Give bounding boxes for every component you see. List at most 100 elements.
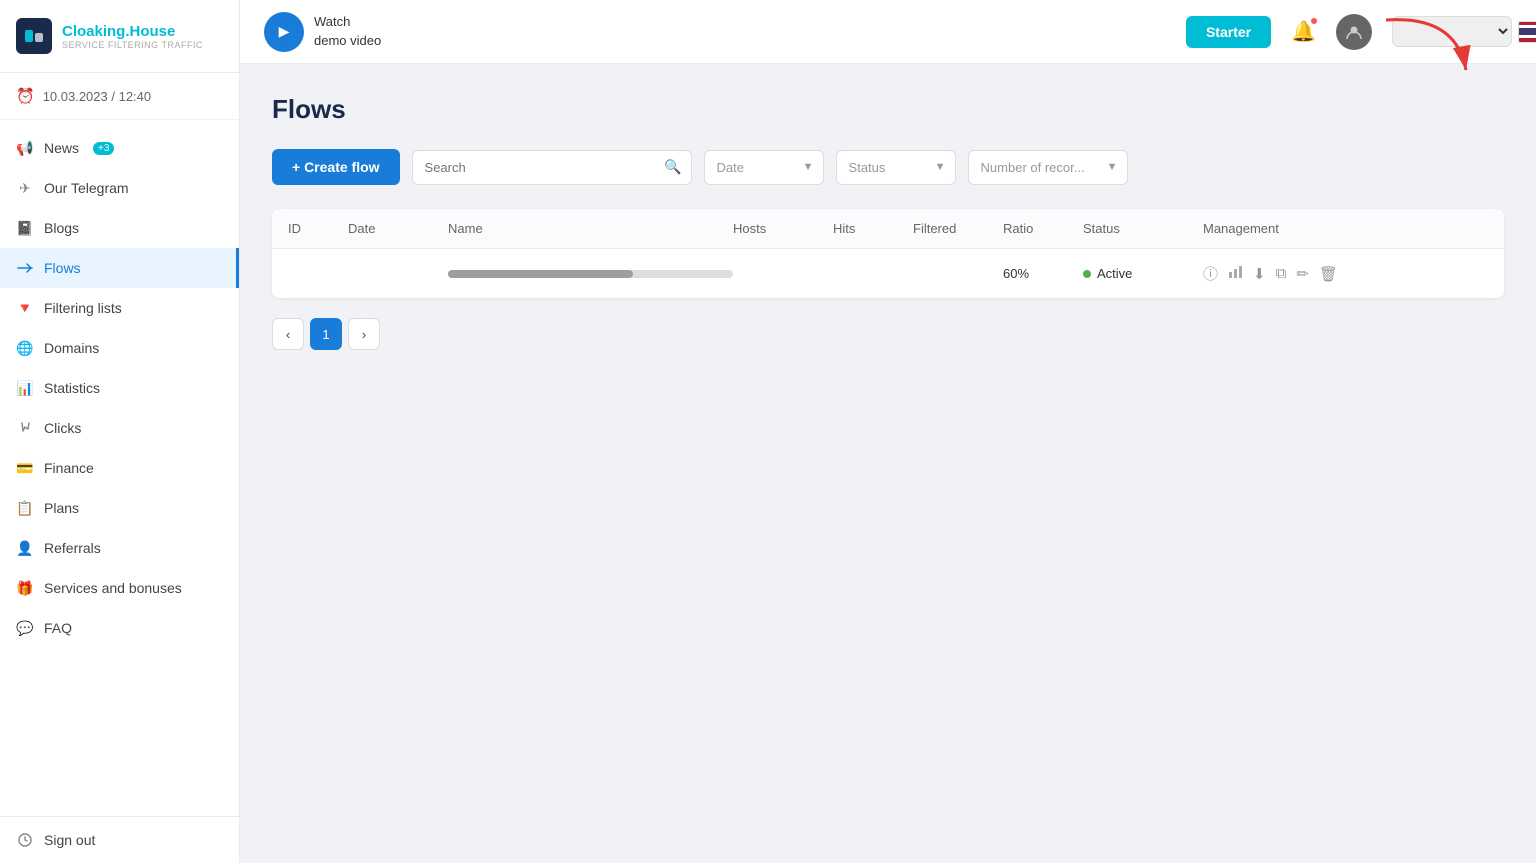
col-name: Name <box>448 221 733 236</box>
blogs-icon: 📓 <box>16 219 34 237</box>
nav-label-news: News <box>44 140 79 156</box>
sidebar-item-flows[interactable]: Flows <box>0 248 239 288</box>
sidebar-item-filtering-lists[interactable]: 🔻 Filtering lists <box>0 288 239 328</box>
sidebar: Cloaking.House Service Filtering Traffic… <box>0 0 240 863</box>
sidebar-item-finance[interactable]: 💳 Finance <box>0 448 239 488</box>
referrals-icon: 👤 <box>16 539 34 557</box>
finance-icon: 💳 <box>16 459 34 477</box>
download-icon[interactable]: ⬇ <box>1253 265 1266 283</box>
sidebar-item-referrals[interactable]: 👤 Referrals <box>0 528 239 568</box>
chart-icon[interactable] <box>1228 264 1243 283</box>
flag-us[interactable] <box>1518 21 1536 43</box>
delete-icon[interactable]: 🗑 <box>1319 265 1338 283</box>
nav-label-blogs: Blogs <box>44 220 79 236</box>
play-icon: ▶ <box>264 12 304 52</box>
records-filter-wrap: Number of recor... ▼ <box>968 150 1128 185</box>
flows-table: ID Date Name Hosts Hits Filtered Ratio S… <box>272 209 1504 298</box>
sidebar-item-blogs[interactable]: 📓 Blogs <box>0 208 239 248</box>
signout-icon <box>16 831 34 849</box>
user-avatar[interactable] <box>1336 14 1372 50</box>
col-date: Date <box>348 221 448 236</box>
user-select[interactable] <box>1392 16 1512 47</box>
status-dot-active <box>1083 270 1091 278</box>
sidebar-time: ⏰ 10.03.2023 / 12:40 <box>0 73 239 120</box>
search-wrap: 🔍 <box>412 150 692 185</box>
logo-name: Cloaking.House <box>62 23 203 40</box>
faq-icon: 💬 <box>16 619 34 637</box>
date-chevron-icon: ▼ <box>803 161 814 173</box>
prev-page-btn[interactable]: ‹ <box>272 318 304 350</box>
search-icon: 🔍 <box>664 159 681 176</box>
sidebar-item-services-bonuses[interactable]: 🎁 Services and bonuses <box>0 568 239 608</box>
table-header: ID Date Name Hosts Hits Filtered Ratio S… <box>272 209 1504 249</box>
page-title: Flows <box>272 94 1504 125</box>
nav-label-services: Services and bonuses <box>44 580 182 596</box>
header: ▶ Watch demo video Starter 🔔 <box>240 0 1536 64</box>
news-icon: 📢 <box>16 139 34 157</box>
copy-icon[interactable]: ⧉ <box>1276 265 1287 282</box>
col-ratio: Ratio <box>1003 221 1083 236</box>
nav-label-faq: FAQ <box>44 620 72 636</box>
services-icon: 🎁 <box>16 579 34 597</box>
nav-label-domains: Domains <box>44 340 99 356</box>
logo-subtitle: Service Filtering Traffic <box>62 40 203 50</box>
action-icons-group: ⓘ ⬇ ⧉ ✏ 🗑 <box>1203 263 1488 284</box>
col-filtered: Filtered <box>913 221 1003 236</box>
sidebar-item-plans[interactable]: 📋 Plans <box>0 488 239 528</box>
table-row: 60% Active ⓘ <box>272 249 1504 298</box>
main-wrap: ▶ Watch demo video Starter 🔔 <box>240 0 1536 863</box>
logo-area: Cloaking.House Service Filtering Traffic <box>0 0 239 73</box>
cell-status: Active <box>1083 266 1203 281</box>
starter-button[interactable]: Starter <box>1186 16 1271 48</box>
info-icon[interactable]: ⓘ <box>1203 263 1218 284</box>
sidebar-item-domains[interactable]: 🌐 Domains <box>0 328 239 368</box>
nav-label-statistics: Statistics <box>44 380 100 396</box>
demo-video-btn[interactable]: ▶ Watch demo video <box>264 12 381 52</box>
status-label: Active <box>1097 266 1132 281</box>
sidebar-item-clicks[interactable]: Clicks <box>0 408 239 448</box>
records-chevron-icon: ▼ <box>1107 161 1118 173</box>
col-hits: Hits <box>833 221 913 236</box>
statistics-icon: 📊 <box>16 379 34 397</box>
news-badge: +3 <box>93 142 114 155</box>
status-filter-wrap: Status ▼ <box>836 150 956 185</box>
signout-item[interactable]: Sign out <box>0 816 239 863</box>
nav-label-flows: Flows <box>44 260 81 276</box>
nav-label-telegram: Our Telegram <box>44 180 129 196</box>
nav-label-plans: Plans <box>44 500 79 516</box>
filtering-icon: 🔻 <box>16 299 34 317</box>
domains-icon: 🌐 <box>16 339 34 357</box>
page-1-btn[interactable]: 1 <box>310 318 342 350</box>
nav-label-filtering: Filtering lists <box>44 300 122 316</box>
content-area: Flows + Create flow 🔍 Date ▼ Status ▼ <box>240 64 1536 863</box>
col-management: Management <box>1203 221 1488 236</box>
toolbar: + Create flow 🔍 Date ▼ Status ▼ Number <box>272 149 1504 185</box>
sidebar-item-faq[interactable]: 💬 FAQ <box>0 608 239 648</box>
cell-management: ⓘ ⬇ ⧉ ✏ 🗑 <box>1203 263 1488 284</box>
status-chevron-icon: ▼ <box>935 161 946 173</box>
col-status: Status <box>1083 221 1203 236</box>
next-page-btn[interactable]: › <box>348 318 380 350</box>
clicks-icon <box>16 419 34 437</box>
col-id: ID <box>288 221 348 236</box>
sidebar-item-news[interactable]: 📢 News +3 <box>0 128 239 168</box>
demo-text: Watch demo video <box>314 13 381 49</box>
sidebar-item-telegram[interactable]: ✈ Our Telegram <box>0 168 239 208</box>
cell-ratio: 60% <box>1003 266 1083 281</box>
create-flow-button[interactable]: + Create flow <box>272 149 400 185</box>
logo-icon <box>16 18 52 54</box>
col-hosts: Hosts <box>733 221 833 236</box>
plans-icon: 📋 <box>16 499 34 517</box>
bell-dot <box>1310 17 1318 25</box>
date-filter-wrap: Date ▼ <box>704 150 824 185</box>
records-filter[interactable]: Number of recor... <box>968 150 1128 185</box>
search-input[interactable] <box>412 150 692 185</box>
nav-label-finance: Finance <box>44 460 94 476</box>
nav-label-referrals: Referrals <box>44 540 101 556</box>
pagination: ‹ 1 › <box>272 318 1504 350</box>
edit-icon[interactable]: ✏ <box>1296 265 1309 283</box>
sidebar-nav: 📢 News +3 ✈ Our Telegram 📓 Blogs Flows 🔻 <box>0 120 239 816</box>
sidebar-item-statistics[interactable]: 📊 Statistics <box>0 368 239 408</box>
notifications-bell[interactable]: 🔔 <box>1291 19 1316 44</box>
cell-name <box>448 270 733 278</box>
